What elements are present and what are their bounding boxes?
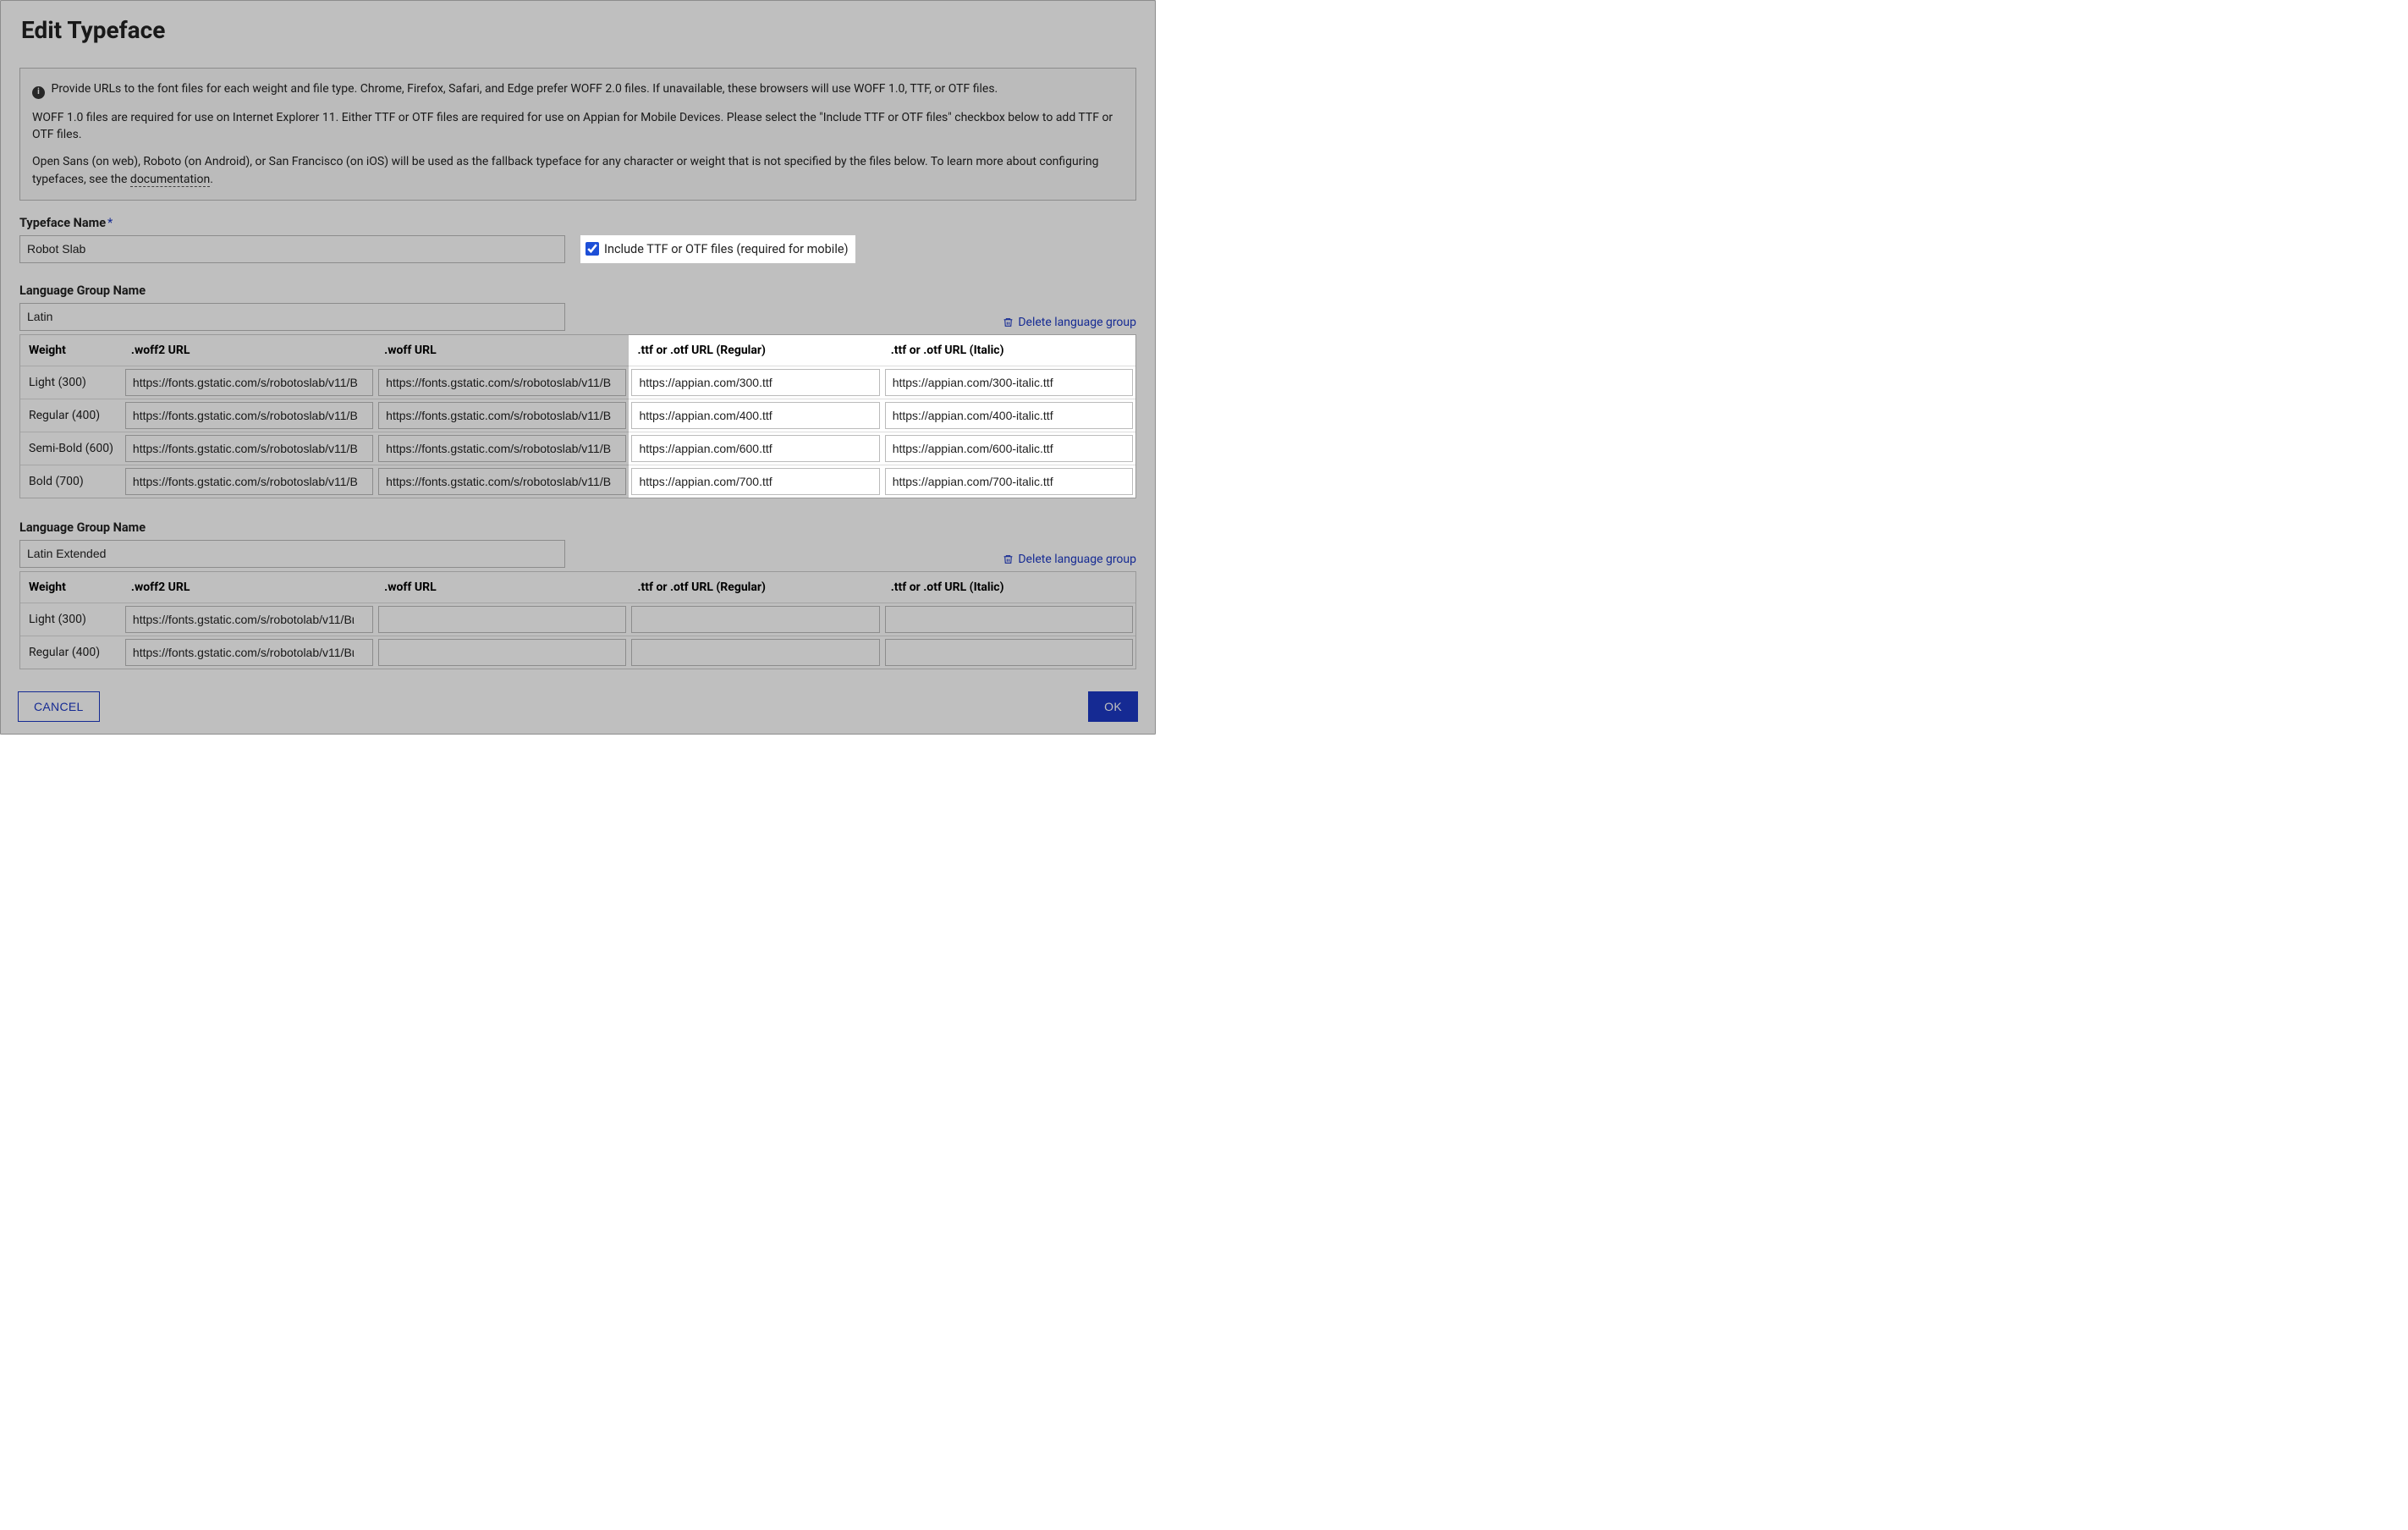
include-ttf-block: Include TTF or OTF files (required for m… (580, 235, 855, 263)
weight-cell: Bold (700) (20, 465, 123, 498)
language-group-label: Language Group Name (19, 283, 1136, 298)
table-row: Light (300) (20, 603, 1135, 636)
ttf-regular-url-input[interactable] (631, 402, 879, 429)
typeface-name-label: Typeface Name* (19, 216, 1136, 230)
col-ttf-italic: .ttf or .otf URL (Italic) (882, 572, 1135, 603)
ttf-italic-url-input[interactable] (885, 435, 1133, 462)
woff2-url-input[interactable] (125, 606, 373, 633)
woff-url-input[interactable] (378, 468, 626, 495)
edit-typeface-dialog: Edit Typeface i Provide URLs to the font… (0, 0, 1156, 735)
woff2-url-input[interactable] (125, 369, 373, 396)
language-group-name-input[interactable] (19, 540, 565, 568)
ttf-regular-url-input[interactable] (631, 468, 879, 495)
woff2-url-input[interactable] (125, 639, 373, 666)
delete-language-group-link[interactable]: Delete language group (1003, 553, 1136, 566)
woff-url-input[interactable] (378, 402, 626, 429)
table-row: Regular (400) (20, 636, 1135, 669)
col-woff: .woff URL (376, 572, 629, 603)
ttf-italic-url-input[interactable] (885, 369, 1133, 396)
table-row: Light (300) (20, 366, 1135, 399)
typeface-name-input[interactable] (19, 235, 565, 263)
woff2-url-input[interactable] (125, 402, 373, 429)
weight-cell: Regular (400) (20, 399, 123, 432)
language-group-label: Language Group Name (19, 520, 1136, 535)
woff2-url-input[interactable] (125, 468, 373, 495)
font-table-group-1: Weight .woff2 URL .woff URL .ttf or .otf… (19, 571, 1136, 669)
weight-cell: Light (300) (20, 366, 123, 399)
language-group-name-input[interactable] (19, 303, 565, 331)
ttf-italic-url-input[interactable] (885, 468, 1133, 495)
col-woff: .woff URL (376, 335, 629, 366)
trash-icon (1003, 553, 1014, 565)
col-woff2: .woff2 URL (123, 335, 376, 366)
ttf-italic-url-input[interactable] (885, 606, 1133, 633)
woff2-url-input[interactable] (125, 435, 373, 462)
col-ttf-regular: .ttf or .otf URL (Regular) (629, 572, 882, 603)
weight-cell: Semi-Bold (600) (20, 432, 123, 465)
ttf-italic-url-input[interactable] (885, 639, 1133, 666)
col-weight: Weight (20, 572, 123, 603)
ttf-regular-url-input[interactable] (631, 606, 879, 633)
info-p3b: . (210, 173, 213, 186)
table-row: Regular (400) (20, 399, 1135, 432)
info-box: i Provide URLs to the font files for eac… (19, 68, 1136, 201)
woff-url-input[interactable] (378, 639, 626, 666)
required-star: * (107, 216, 113, 230)
weight-cell: Regular (400) (20, 636, 123, 669)
col-weight: Weight (20, 335, 123, 366)
ttf-regular-url-input[interactable] (631, 639, 879, 666)
info-p1: Provide URLs to the font files for each … (51, 82, 998, 96)
info-p2: WOFF 1.0 files are required for use on I… (32, 109, 1124, 144)
delete-language-group-link[interactable]: Delete language group (1003, 316, 1136, 329)
dialog-title: Edit Typeface (1, 1, 1155, 44)
ttf-regular-url-input[interactable] (631, 369, 879, 396)
dialog-footer: CANCEL OK (1, 680, 1155, 734)
trash-icon (1003, 316, 1014, 328)
table-row: Bold (700) (20, 465, 1135, 498)
col-ttf-italic: .ttf or .otf URL (Italic) (882, 335, 1135, 366)
woff-url-input[interactable] (378, 435, 626, 462)
info-icon: i (32, 86, 45, 99)
ttf-regular-url-input[interactable] (631, 435, 879, 462)
col-woff2: .woff2 URL (123, 572, 376, 603)
table-row: Semi-Bold (600) (20, 432, 1135, 465)
woff-url-input[interactable] (378, 606, 626, 633)
woff-url-input[interactable] (378, 369, 626, 396)
cancel-button[interactable]: CANCEL (18, 691, 100, 722)
font-table-group-0: Weight .woff2 URL .woff URL .ttf or .otf… (19, 334, 1136, 498)
ok-button[interactable]: OK (1088, 691, 1138, 722)
include-ttf-label[interactable]: Include TTF or OTF files (required for m… (604, 242, 849, 256)
include-ttf-checkbox[interactable] (586, 242, 599, 256)
col-ttf-regular: .ttf or .otf URL (Regular) (629, 335, 882, 366)
ttf-italic-url-input[interactable] (885, 402, 1133, 429)
dialog-body[interactable]: i Provide URLs to the font files for eac… (1, 52, 1155, 680)
documentation-link[interactable]: documentation (130, 173, 210, 187)
weight-cell: Light (300) (20, 603, 123, 636)
